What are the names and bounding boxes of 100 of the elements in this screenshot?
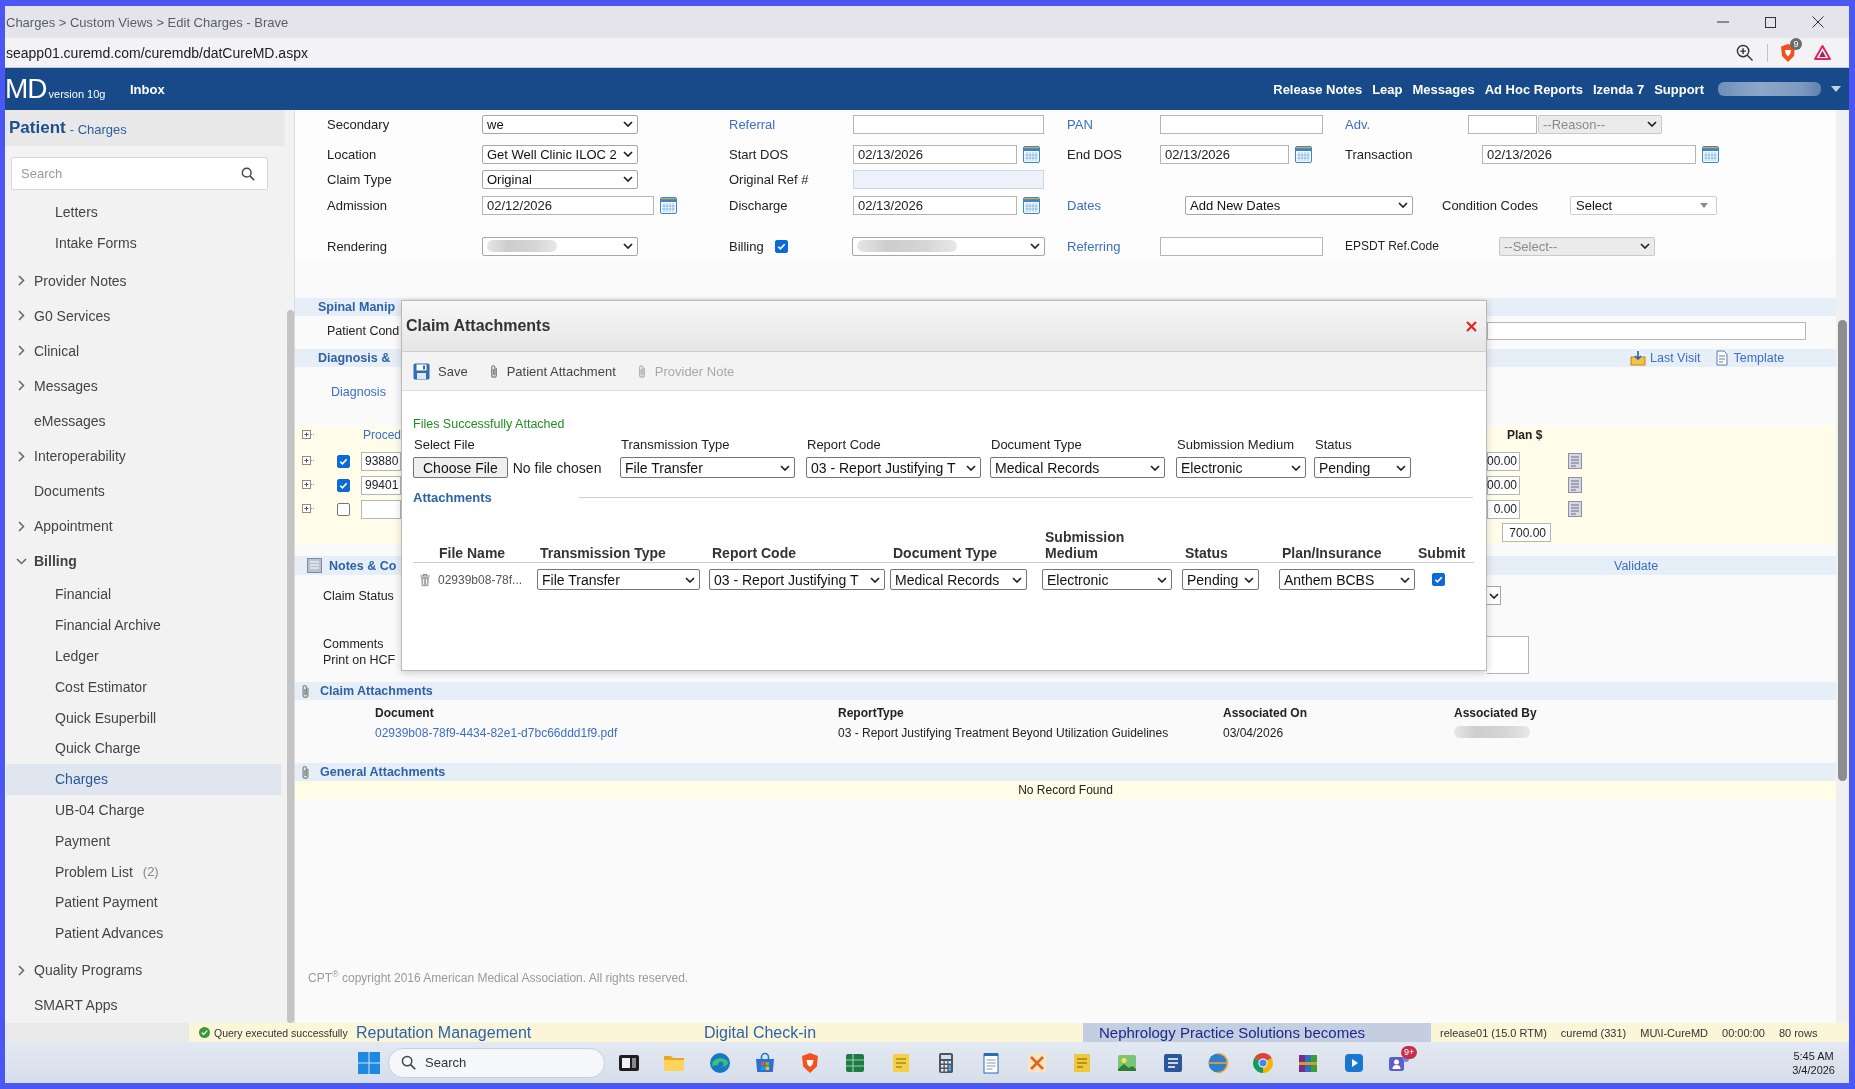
checkbox[interactable] — [337, 454, 350, 468]
date-field[interactable]: 02/13/2026 — [853, 195, 1017, 215]
field-link[interactable]: Referral — [729, 116, 776, 132]
nav-link[interactable]: Ad Hoc Reports — [1484, 81, 1583, 97]
sidebar-item[interactable]: Ledger — [6, 640, 281, 672]
sidebar-item[interactable]: Intake Forms — [6, 227, 281, 259]
calendar-icon[interactable] — [660, 196, 677, 214]
code-field[interactable] — [361, 499, 401, 519]
sidebar-item[interactable]: Clinical — [6, 333, 281, 369]
toolbar-button[interactable]: Save — [413, 362, 468, 380]
date-field[interactable]: 02/12/2026 — [482, 195, 654, 215]
sidebar-item[interactable]: Patient Payment — [6, 886, 281, 918]
dropdown[interactable]: 03 - Report Justifying T — [806, 457, 981, 478]
date-field[interactable]: 02/13/2026 — [1482, 144, 1696, 164]
dropdown[interactable]: Electronic — [1042, 569, 1172, 590]
search-field[interactable]: Search — [388, 1047, 605, 1078]
comment-box[interactable] — [1487, 636, 1529, 674]
calendar-icon[interactable] — [1023, 145, 1040, 163]
dropdown[interactable]: File Transfer — [620, 457, 795, 478]
text-field[interactable] — [1160, 236, 1323, 256]
trash-icon[interactable] — [419, 572, 431, 587]
chrome-icon[interactable] — [1251, 1050, 1276, 1075]
nav-link[interactable]: Leap — [1372, 81, 1403, 97]
search-icon[interactable] — [401, 1055, 416, 1070]
sidebar-item[interactable]: Quick Charge — [6, 732, 281, 764]
address-field[interactable]: seapp01.curemd.com/curemdb/datCureMD.aspx — [5, 44, 308, 61]
date-field[interactable]: 02/13/2026 — [853, 144, 1017, 164]
dropdown[interactable]: Original — [482, 169, 638, 189]
sidebar-item[interactable]: eMessages — [6, 403, 281, 439]
shield-icon[interactable] — [1780, 43, 1796, 62]
sidebar-item[interactable]: Letters — [6, 196, 281, 228]
choose-file-button[interactable]: Choose File — [413, 457, 508, 478]
nav-link[interactable]: Inbox — [130, 81, 165, 97]
caret-icon[interactable] — [1831, 86, 1841, 92]
expand-icon[interactable] — [302, 504, 315, 514]
note-icon[interactable] — [1568, 501, 1582, 517]
sidebar-item[interactable]: Charges — [6, 763, 281, 795]
clock-time[interactable]: 5:45 AM — [1793, 1048, 1834, 1063]
template-link[interactable]: Template — [1733, 351, 1785, 365]
field-link[interactable]: Dates — [1067, 197, 1101, 213]
dropdown[interactable]: Electronic — [1176, 457, 1306, 478]
field-link[interactable]: PAN — [1067, 116, 1093, 132]
expand-icon[interactable] — [302, 480, 315, 490]
dropdown[interactable]: File Transfer — [537, 569, 700, 590]
sidebar-item[interactable]: Quick Esuperbill — [6, 702, 281, 733]
checkbox[interactable] — [337, 502, 350, 516]
sidebar-item[interactable]: Payment — [6, 825, 281, 857]
dropdown[interactable]: Add New Dates — [1185, 195, 1413, 215]
sidebar-item[interactable]: Appointment — [6, 508, 281, 544]
nav-link[interactable]: Izenda 7 — [1592, 81, 1645, 97]
tray-arrow-icon[interactable] — [1630, 350, 1646, 366]
sidebar-item[interactable]: Quality Programs — [6, 952, 281, 988]
amount-field[interactable]: 00.00 — [1487, 475, 1520, 495]
headline-link[interactable]: Reputation Management — [356, 1024, 532, 1041]
checkbox[interactable] — [1432, 573, 1445, 586]
sidebar-item[interactable]: Patient Advances — [6, 917, 281, 949]
scrollbar[interactable] — [1836, 110, 1849, 1023]
search-icon[interactable] — [241, 166, 255, 181]
dropdown[interactable] — [1487, 586, 1501, 605]
swirl-circle-icon[interactable] — [707, 1050, 732, 1075]
maximize-icon[interactable] — [1765, 16, 1776, 28]
calendar-icon[interactable] — [1023, 196, 1040, 214]
text-field[interactable] — [853, 114, 1044, 134]
expand-icon[interactable] — [302, 456, 315, 466]
checkbox[interactable] — [337, 478, 350, 492]
sidebar-item[interactable]: UB-04 Charge — [6, 794, 281, 826]
text-field[interactable] — [1487, 322, 1806, 340]
amount-field[interactable]: 0.00 — [1487, 499, 1520, 519]
triangle-icon[interactable] — [1814, 45, 1831, 60]
nav-link[interactable]: Messages — [1412, 81, 1475, 97]
note-icon[interactable] — [1568, 453, 1582, 469]
text-field[interactable] — [1468, 114, 1537, 134]
dropdown[interactable]: Pending — [1182, 569, 1259, 590]
zoom-in-icon[interactable] — [1736, 44, 1753, 61]
dropdown[interactable]: Select — [1570, 195, 1717, 215]
clock-date[interactable]: 3/4/2026 — [1792, 1062, 1835, 1077]
field-link[interactable]: Referring — [1067, 238, 1121, 254]
sidebar-item[interactable]: Billing — [6, 543, 281, 579]
sidebar-item[interactable]: Financial — [6, 578, 281, 610]
nav-link[interactable]: Support — [1654, 81, 1704, 97]
dropdown[interactable]: Pending — [1314, 457, 1411, 478]
sidebar-item[interactable]: Documents — [6, 473, 281, 509]
last-visit-link[interactable]: Last Visit — [1650, 351, 1701, 365]
field-link[interactable]: Adv. — [1345, 116, 1371, 132]
document-icon[interactable] — [1713, 350, 1730, 366]
close-icon[interactable] — [1812, 16, 1824, 28]
sidebar-item[interactable]: Problem List (2) — [6, 856, 281, 887]
dropdown[interactable]: 03 - Report Justifying T — [709, 569, 885, 590]
code-field[interactable]: 99401 — [361, 475, 401, 495]
sidebar-item[interactable]: SMART Apps — [6, 987, 281, 1023]
diagnosis-tab[interactable]: Diagnosis — [331, 385, 386, 399]
dropdown[interactable]: Anthem BCBS — [1279, 569, 1415, 590]
expand-icon[interactable] — [302, 430, 315, 440]
start-icon[interactable] — [358, 1051, 380, 1074]
sidebar-item[interactable]: Messages — [6, 368, 281, 404]
sidebar-item[interactable]: Interoperability — [6, 438, 281, 474]
dropdown[interactable]: Medical Records — [890, 569, 1027, 590]
calendar-icon[interactable] — [1295, 145, 1312, 163]
toolbar-button[interactable]: Patient Attachment — [487, 363, 616, 379]
calendar-icon[interactable] — [1702, 145, 1719, 163]
